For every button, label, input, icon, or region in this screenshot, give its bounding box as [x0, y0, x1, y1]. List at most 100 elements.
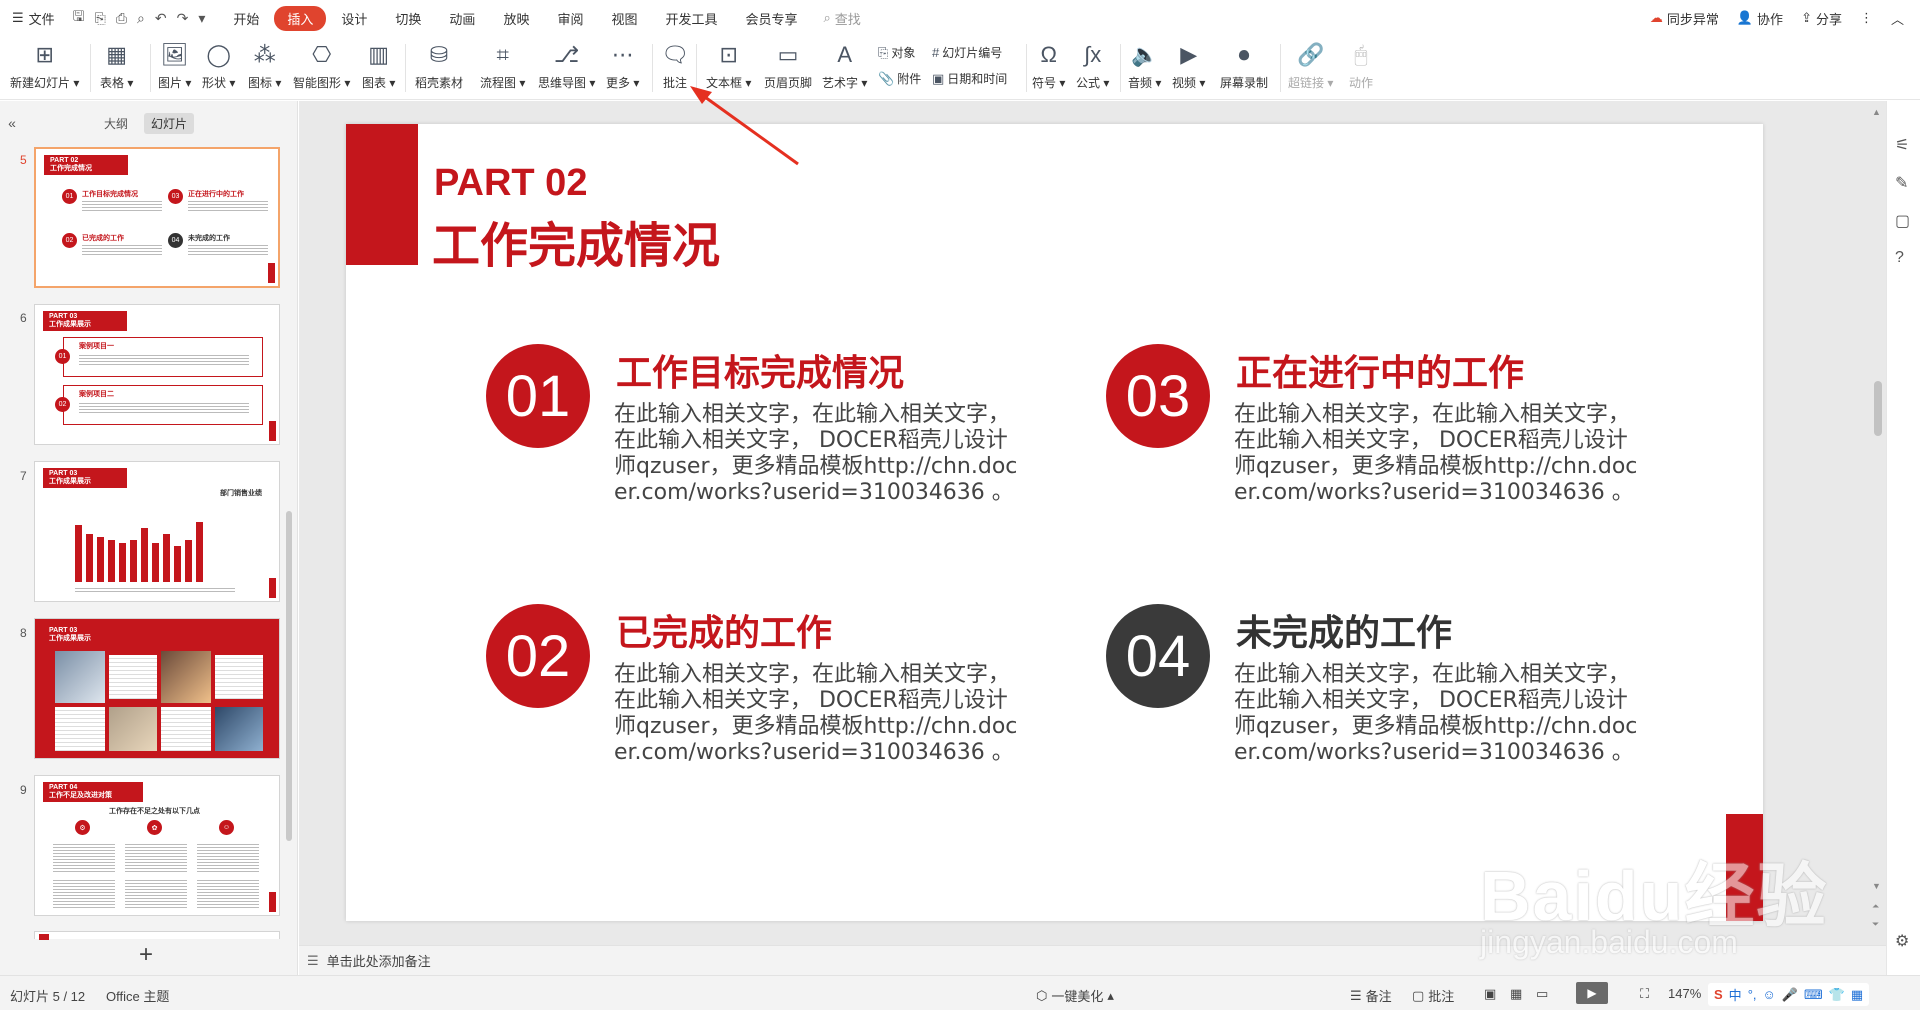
scroll-up-icon[interactable]: ▲	[1872, 107, 1881, 117]
table-button[interactable]: ▦ 表格 ▾	[100, 40, 133, 91]
editor-scrollbar[interactable]: ▲ ▼ ⏶ ⏷	[1870, 101, 1886, 945]
hyperlink-button[interactable]: 🔗 超链接 ▾	[1288, 40, 1333, 91]
docer-material-button[interactable]: ⛁ 稻壳素材	[415, 40, 463, 91]
share-button[interactable]: ⇪ 分享	[1801, 9, 1842, 28]
object-button[interactable]: ⎘ 对象	[878, 44, 915, 61]
item-body-03[interactable]: 在此输入相关文字，在此输入相关文字，在此输入相关文字， DOCER稻壳儿设计师q…	[1234, 402, 1644, 506]
fit-window-icon[interactable]: ⛶	[1640, 986, 1649, 1002]
mindmap-button[interactable]: ⎇ 思维导图 ▾	[538, 40, 595, 91]
smart-art-button[interactable]: ⎔ 智能图形 ▾	[293, 40, 350, 91]
notes-bar[interactable]: ☰ 单击此处添加备注	[299, 945, 1903, 975]
tab-developer[interactable]: 开发工具	[652, 6, 730, 31]
item-heading-04[interactable]: 未完成的工作	[1236, 604, 1452, 656]
slide-thumbnail-5[interactable]: PART 02 工作完成情况 01 工作目标完成情况 03 正在进行中的工作 02…	[34, 147, 280, 288]
action-button[interactable]: 🖱 动作	[1346, 40, 1376, 91]
tab-member[interactable]: 会员专享	[733, 6, 811, 31]
item-body-02[interactable]: 在此输入相关文字，在此输入相关文字，在此输入相关文字， DOCER稻壳儿设计师q…	[614, 662, 1024, 766]
sorter-view-icon[interactable]: ▦	[1510, 986, 1522, 1002]
reading-view-icon[interactable]: ▭	[1536, 986, 1548, 1002]
slide-canvas[interactable]: PART 02 工作完成情况 01 工作目标完成情况 在此输入相关文字，在此输入…	[346, 124, 1763, 921]
formula-button[interactable]: ∫x 公式 ▾	[1076, 40, 1109, 91]
symbol-button[interactable]: Ω 符号 ▾	[1032, 40, 1065, 91]
number-circle-02[interactable]: 02	[486, 604, 590, 708]
properties-icon[interactable]: ⚟	[1895, 135, 1909, 155]
collapse-panel-icon[interactable]: «	[0, 115, 24, 131]
comments-toggle[interactable]: ▢ 批注	[1412, 986, 1454, 1005]
slide-thumbnail-10-partial[interactable]	[34, 931, 280, 940]
screen-record-button[interactable]: ⏺ 屏幕录制	[1220, 40, 1268, 91]
header-footer-button[interactable]: ▭ 页眉页脚	[764, 40, 812, 91]
flowchart-button[interactable]: ⌗ 流程图 ▾	[480, 40, 525, 91]
prev-slide-icon[interactable]: ⏶	[1872, 901, 1879, 912]
next-slide-icon[interactable]: ⏷	[1872, 919, 1879, 930]
notes-toggle[interactable]: ☰ 备注	[1350, 986, 1392, 1005]
theme-name[interactable]: Office 主题	[106, 986, 169, 1005]
redo-icon[interactable]: ↷	[177, 10, 189, 27]
tab-review[interactable]: 审阅	[544, 6, 596, 31]
new-slide-button[interactable]: ⊞ 新建幻灯片 ▾	[10, 40, 79, 91]
more-button[interactable]: ⋯ 更多 ▾	[606, 40, 639, 91]
slide-thumbnail-6[interactable]: PART 03 工作成果展示 01 案例项目一 02 案例项目二	[34, 304, 280, 445]
panel-scrollbar[interactable]	[286, 511, 292, 841]
tab-animations[interactable]: 动画	[436, 6, 488, 31]
print-icon[interactable]: ⎙	[116, 10, 127, 27]
slide-part-label[interactable]: PART 02	[434, 162, 587, 205]
slide-thumbnail-9[interactable]: PART 04 工作不足及改进对策 工作存在不足之处有以下几点 ⚙ ✿ ☺	[34, 775, 280, 916]
help-icon[interactable]: ?	[1895, 249, 1904, 267]
number-circle-04[interactable]: 04	[1106, 604, 1210, 708]
beautify-button[interactable]: ⬡ 一键美化 ▴	[1036, 986, 1114, 1005]
sync-status-button[interactable]: ☁ 同步异常	[1650, 9, 1719, 28]
export-icon[interactable]: ⎘	[95, 10, 106, 27]
item-body-04[interactable]: 在此输入相关文字，在此输入相关文字，在此输入相关文字， DOCER稻壳儿设计师q…	[1234, 662, 1644, 766]
play-slideshow-button[interactable]: ▶	[1576, 982, 1608, 1004]
chart-button[interactable]: ▥ 图表 ▾	[362, 40, 395, 91]
comments-panel-icon[interactable]: ▢	[1895, 211, 1910, 231]
icon-button[interactable]: ⁂ 图标 ▾	[248, 40, 281, 91]
audio-button[interactable]: 🔈 音频 ▾	[1128, 40, 1161, 91]
preview-icon[interactable]: ⌕	[137, 10, 145, 27]
zoom-level[interactable]: 147%	[1668, 986, 1701, 1001]
save-icon[interactable]: 🖫	[73, 6, 85, 30]
tab-outline[interactable]: 大纲	[104, 115, 128, 132]
search-box[interactable]: ⌕ 查找	[824, 9, 861, 28]
tab-home[interactable]: 开始	[220, 6, 272, 31]
item-body-01[interactable]: 在此输入相关文字，在此输入相关文字，在此输入相关文字， DOCER稻壳儿设计师q…	[614, 402, 1024, 506]
attachment-button[interactable]: 📎 附件	[878, 70, 921, 87]
slide-title[interactable]: 工作完成情况	[432, 206, 720, 276]
collaborate-button[interactable]: 👤 协作	[1737, 9, 1783, 28]
tab-slides[interactable]: 幻灯片	[144, 112, 195, 134]
picture-button[interactable]: 🖼 图片 ▾	[158, 40, 191, 91]
tab-insert[interactable]: 插入	[274, 5, 327, 31]
shape-button[interactable]: ◯ 形状 ▾	[202, 40, 235, 91]
file-menu[interactable]: ☰ 文件	[12, 9, 55, 28]
normal-view-icon[interactable]: ▣	[1484, 986, 1496, 1002]
textbox-button[interactable]: ⊡ 文本框 ▾	[706, 40, 751, 91]
undo-icon[interactable]: ↶	[155, 10, 167, 27]
settings-icon[interactable]: ⚙	[1895, 931, 1909, 951]
item-heading-01[interactable]: 工作目标完成情况	[616, 344, 904, 396]
scroll-down-icon[interactable]: ▼	[1872, 881, 1881, 891]
number-circle-03[interactable]: 03	[1106, 344, 1210, 448]
pin-icon[interactable]: ✎	[1895, 173, 1908, 193]
collapse-ribbon-icon[interactable]: ︿	[1891, 9, 1904, 28]
comment-button[interactable]: 🗨 批注	[660, 40, 690, 91]
customize-icon[interactable]: ▾	[198, 10, 205, 27]
video-button[interactable]: ▶ 视频 ▾	[1172, 40, 1205, 91]
more-options-icon[interactable]: ⋮	[1860, 10, 1873, 26]
item-heading-02[interactable]: 已完成的工作	[616, 604, 832, 656]
datetime-button[interactable]: ▣ 日期和时间	[932, 70, 1007, 87]
notes-placeholder[interactable]: 单击此处添加备注	[327, 951, 431, 970]
slide-thumbnail-7[interactable]: PART 03 工作成果展示 部门销售业绩	[34, 461, 280, 602]
slide-thumbnail-8[interactable]: PART 03 工作成果展示	[34, 618, 280, 759]
tab-design[interactable]: 设计	[328, 6, 380, 31]
number-circle-01[interactable]: 01	[486, 344, 590, 448]
wordart-button[interactable]: A 艺术字 ▾	[822, 40, 867, 91]
tab-view[interactable]: 视图	[598, 6, 650, 31]
tab-transitions[interactable]: 切换	[382, 6, 434, 31]
scroll-thumb[interactable]	[1874, 381, 1882, 436]
item-heading-03[interactable]: 正在进行中的工作	[1236, 344, 1524, 396]
tab-slideshow[interactable]: 放映	[490, 6, 542, 31]
add-slide-button[interactable]: +	[139, 941, 153, 969]
slide-number-button[interactable]: # 幻灯片编号	[932, 44, 1002, 61]
input-method-toolbar[interactable]: S 中 °, ☺ 🎤 ⌨ 👕 ▦	[1708, 983, 1870, 1006]
